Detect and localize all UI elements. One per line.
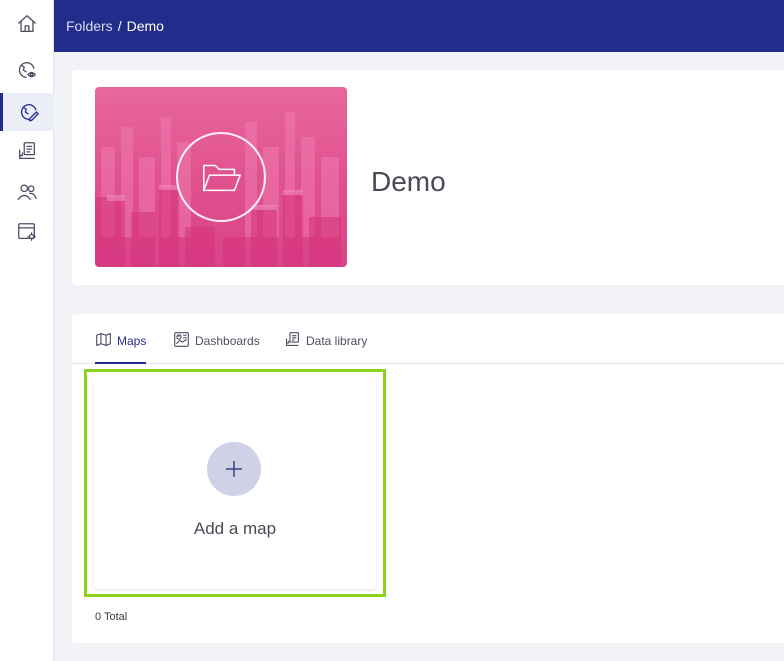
dashboard-icon [174,332,189,347]
breadcrumb-separator: / [117,18,122,34]
top-bar: Folders / Demo [54,0,784,52]
folder-title: Demo [371,166,446,197]
sidebar-item-settings[interactable] [0,213,54,251]
tab-dashboards[interactable]: Dashboards [173,332,260,364]
folder-content-card: Maps Dashboards Data library Add a map 0… [72,314,784,643]
add-map-button[interactable] [207,442,261,496]
map-view-icon [18,62,36,78]
sidebar-item-home[interactable] [0,5,54,43]
tab-maps[interactable]: Maps [95,332,147,364]
home-icon [18,15,36,32]
folder-cover-image [95,87,347,267]
breadcrumb-folders[interactable]: Folders [66,18,113,34]
add-map-label: Add a map [193,519,277,538]
add-map-card[interactable]: Add a map [84,369,386,597]
total-count: 0 Total [95,611,128,623]
folder-header-card: Demo [72,70,784,285]
data-library-icon [19,142,35,159]
sidebar-item-edit-maps[interactable] [0,93,54,131]
sidebar-item-users[interactable] [0,173,54,211]
tab-data-library[interactable]: Data library [284,332,368,364]
map-icon [96,332,111,347]
add-map-card-inner: Add a map [94,380,376,589]
settings-window-icon [18,223,36,241]
folder-open-icon [202,164,241,192]
map-edit-icon [20,104,39,122]
breadcrumb: Folders / Demo [66,18,164,34]
folder-cover-badge [176,132,266,222]
breadcrumb-current: Demo [126,18,164,34]
sidebar-item-data-library[interactable] [0,132,54,170]
tab-dashboards-label: Dashboards [195,334,260,348]
sidebar [0,0,54,661]
tab-maps-label: Maps [117,334,147,348]
sidebar-item-view-maps[interactable] [0,51,54,89]
data-library-icon [285,332,300,347]
tab-data-library-label: Data library [306,334,368,348]
tab-bar: Maps Dashboards Data library [72,314,784,364]
plus-icon [226,461,242,477]
users-icon [17,184,37,200]
